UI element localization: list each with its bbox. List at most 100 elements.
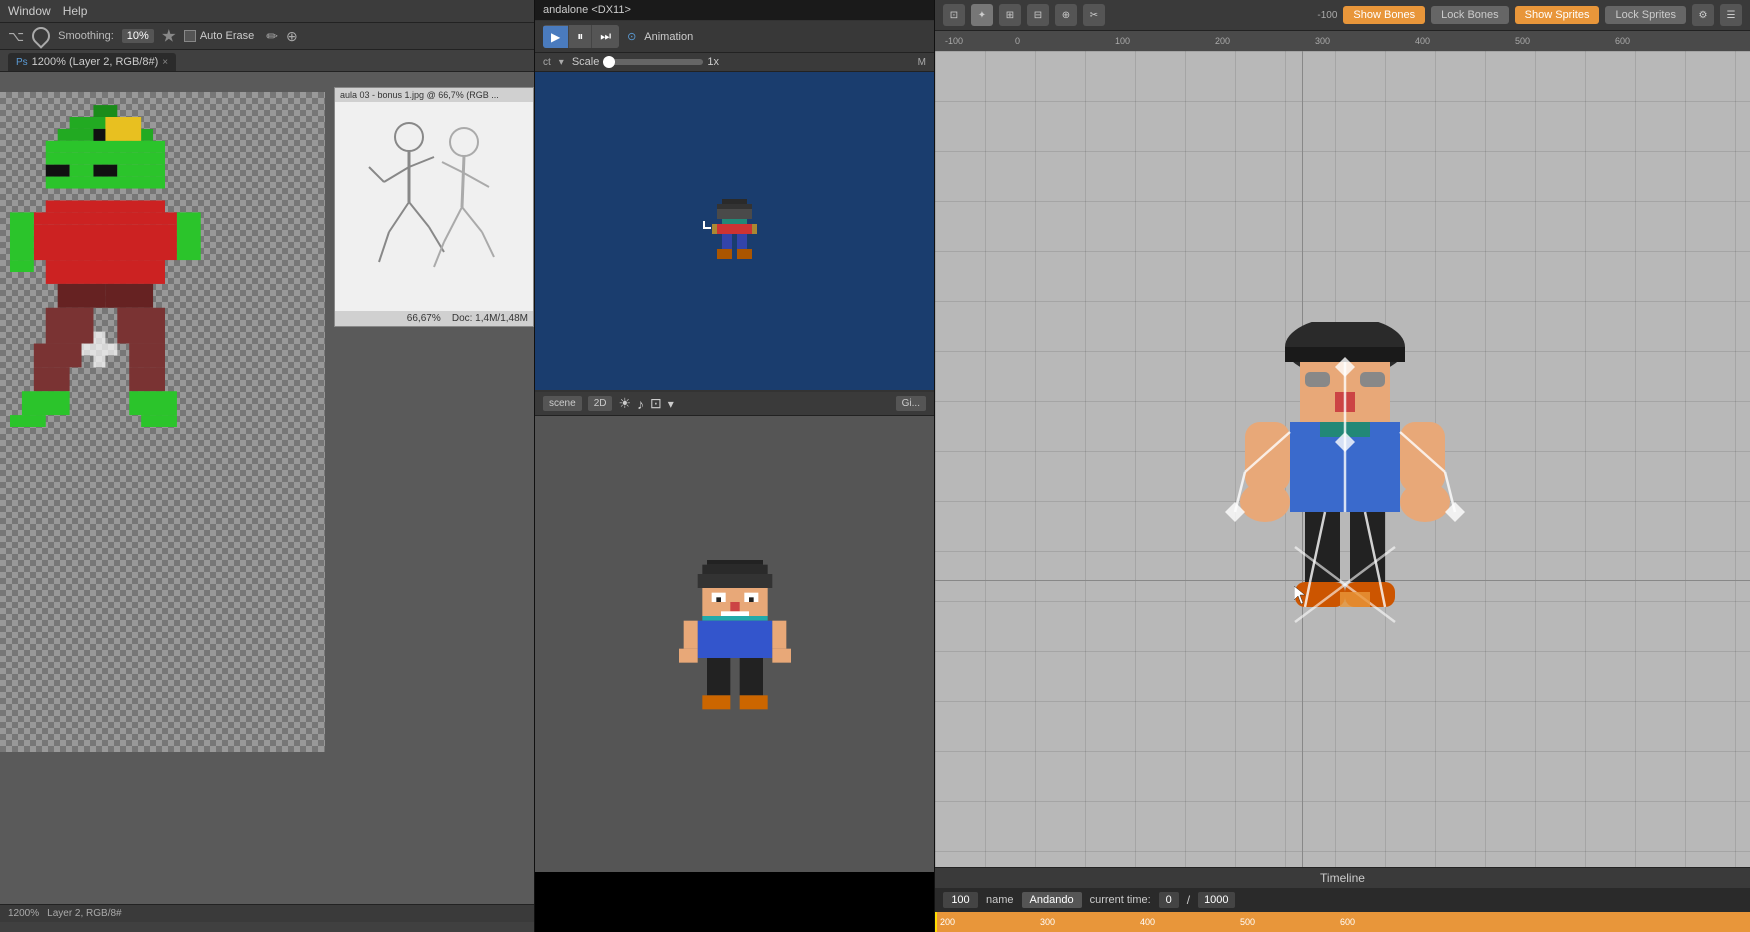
game-char-svg <box>707 199 762 264</box>
tl-label-300: 300 <box>1040 917 1055 927</box>
unity-panel: andalone <DX11> ▶ ⏸ ⏭ ⊙ Animation ct ▾ S… <box>535 0 935 932</box>
dropdown-icon[interactable]: ▾ <box>559 57 564 68</box>
show-sprites-button[interactable]: Show Sprites <box>1515 6 1600 24</box>
timeline-title: Timeline <box>1320 871 1365 885</box>
ruler-label-600: 600 <box>1615 36 1630 46</box>
scale-slider-thumb <box>603 56 615 68</box>
ref-title-bar: aula 03 - bonus 1.jpg @ 66,7% (RGB ... <box>335 88 533 102</box>
menu-bar: Window Help <box>0 0 534 23</box>
auto-erase-label: Auto Erase <box>200 30 254 42</box>
show-bones-button[interactable]: Show Bones <box>1343 6 1425 24</box>
audio-icon[interactable]: ♪ <box>637 396 644 412</box>
auto-erase-control: Auto Erase <box>184 30 254 42</box>
m-label: M <box>918 57 926 68</box>
unity-controls-bar: scene 2D ☀ ♪ ⊡ ▾ Gi... <box>535 392 934 416</box>
status-zoom: 1200% <box>8 908 39 919</box>
spine-canvas <box>935 51 1750 867</box>
gizmo-label[interactable]: Gi... <box>896 396 926 411</box>
tool-icon-1[interactable]: ⊡ <box>943 4 965 26</box>
animation-header: ▶ ⏸ ⏭ ⊙ Animation <box>535 21 934 53</box>
smoothing-label: Smoothing: <box>58 30 114 42</box>
game-character-small <box>707 199 762 264</box>
extra-icon-1[interactable]: ⚙ <box>1692 4 1714 26</box>
smoothing-settings-icon[interactable] <box>162 29 176 43</box>
timeline-title-bar: Timeline <box>935 867 1750 888</box>
ref-doc-info: Doc: 1,4M/1,48M <box>452 313 528 324</box>
ref-title-text: aula 03 - bonus 1.jpg @ 66,7% (RGB ... <box>340 90 499 100</box>
brush-icon[interactable] <box>28 23 53 48</box>
tl-label-200: 200 <box>940 917 955 927</box>
twod-tab[interactable]: 2D <box>588 396 613 411</box>
unity-title: andalone <DX11> <box>543 4 631 16</box>
tl-label-600: 600 <box>1340 917 1355 927</box>
tool-icon-6[interactable]: ✂ <box>1083 4 1105 26</box>
current-time-label: current time: <box>1090 894 1151 906</box>
scene-tab[interactable]: scene <box>543 396 582 411</box>
timeline-frame-box[interactable]: 100 <box>943 892 978 908</box>
tool-icon-3[interactable]: ⊞ <box>999 4 1021 26</box>
current-time-value[interactable]: 0 <box>1159 892 1179 908</box>
tool-icon-5[interactable]: ⊕ <box>1055 4 1077 26</box>
cursor-indicator <box>703 221 711 229</box>
scene-character <box>665 559 805 729</box>
ps-scrollbar-h[interactable] <box>0 922 534 932</box>
tool-icon-4[interactable]: ⊟ <box>1027 4 1049 26</box>
canvas-tab[interactable]: Ps 1200% (Layer 2, RGB/8#) × <box>8 53 176 71</box>
spine-ruler: -100 0 100 200 300 400 500 600 <box>935 31 1750 51</box>
reference-stickman <box>354 112 514 302</box>
ruler-label-500: 500 <box>1515 36 1530 46</box>
dropdown-arrow[interactable]: ▾ <box>668 397 674 411</box>
timeline-divider: / <box>1187 893 1190 907</box>
unity-game-area <box>535 72 934 392</box>
ruler-label-300: 300 <box>1315 36 1330 46</box>
cursor <box>1294 586 1309 606</box>
subject-label: ct <box>543 57 551 68</box>
photoshop-panel: Window Help ⌥ Smoothing: 10% Auto Erase … <box>0 0 535 932</box>
ruler-label-neg100: -100 <box>945 36 963 46</box>
animation-label: Animation <box>644 31 693 43</box>
scale-slider[interactable] <box>603 59 703 65</box>
next-button[interactable]: ⏭ <box>591 25 619 48</box>
play-controls: ▶ ⏸ ⏭ <box>543 25 619 48</box>
sun-icon[interactable]: ☀ <box>618 395 631 412</box>
ps-status-bar: 1200% Layer 2, RGB/8# <box>0 904 534 922</box>
ruler-label-400: 400 <box>1415 36 1430 46</box>
scale-label: Scale <box>572 56 600 68</box>
lock-sprites-button[interactable]: Lock Sprites <box>1605 6 1686 24</box>
ps-canvas-main: aula 03 - bonus 1.jpg @ 66,7% (RGB ... <box>0 72 534 904</box>
tl-label-400: 400 <box>1140 917 1155 927</box>
auto-erase-checkbox[interactable] <box>184 30 196 42</box>
screen-icon[interactable]: ⊡ <box>650 395 662 412</box>
reference-image-window: aula 03 - bonus 1.jpg @ 66,7% (RGB ... <box>334 87 534 327</box>
extra-tool-1[interactable]: ✏ <box>266 28 278 45</box>
pause-button[interactable]: ⏸ <box>568 25 591 48</box>
name-label: name <box>986 894 1014 906</box>
ruler-label-200: 200 <box>1215 36 1230 46</box>
menu-window[interactable]: Window <box>8 4 51 18</box>
spine-toolbar: ⊡ ✦ ⊞ ⊟ ⊕ ✂ -100 Show Bones Lock Bones S… <box>935 0 1750 31</box>
scale-control: Scale 1x <box>572 56 719 68</box>
status-layer: Layer 2, RGB/8# <box>47 908 121 919</box>
extra-tool-2[interactable]: ⊕ <box>286 28 298 45</box>
timeline-controls: 100 name Andando current time: 0 / 1000 <box>935 888 1750 912</box>
lock-bones-button[interactable]: Lock Bones <box>1431 6 1508 24</box>
timeline-ruler[interactable]: 200 300 400 500 600 <box>935 912 1750 932</box>
animation-name-value[interactable]: Andando <box>1022 892 1082 908</box>
unity-black-bar <box>535 872 934 932</box>
play-button[interactable]: ▶ <box>543 26 568 48</box>
unity-scene-area <box>535 416 934 872</box>
close-icon[interactable]: × <box>162 57 168 68</box>
menu-help[interactable]: Help <box>63 4 88 18</box>
ref-image-content <box>335 102 533 311</box>
lasso-icon[interactable]: ⌥ <box>8 28 24 45</box>
timeline-end-value[interactable]: 1000 <box>1198 892 1234 908</box>
tab-photoshop-icon: Ps <box>16 57 28 68</box>
smoothing-value[interactable]: 10% <box>122 29 154 43</box>
tab-label: 1200% (Layer 2, RGB/8#) <box>32 56 159 68</box>
tool-icon-2[interactable]: ✦ <box>971 4 993 26</box>
scale-value: 1x <box>707 56 719 68</box>
spine-panel: ⊡ ✦ ⊞ ⊟ ⊕ ✂ -100 Show Bones Lock Bones S… <box>935 0 1750 932</box>
ruler-label-100: 100 <box>1115 36 1130 46</box>
extra-icon-2[interactable]: ☰ <box>1720 4 1742 26</box>
spine-char-svg <box>1220 322 1470 642</box>
